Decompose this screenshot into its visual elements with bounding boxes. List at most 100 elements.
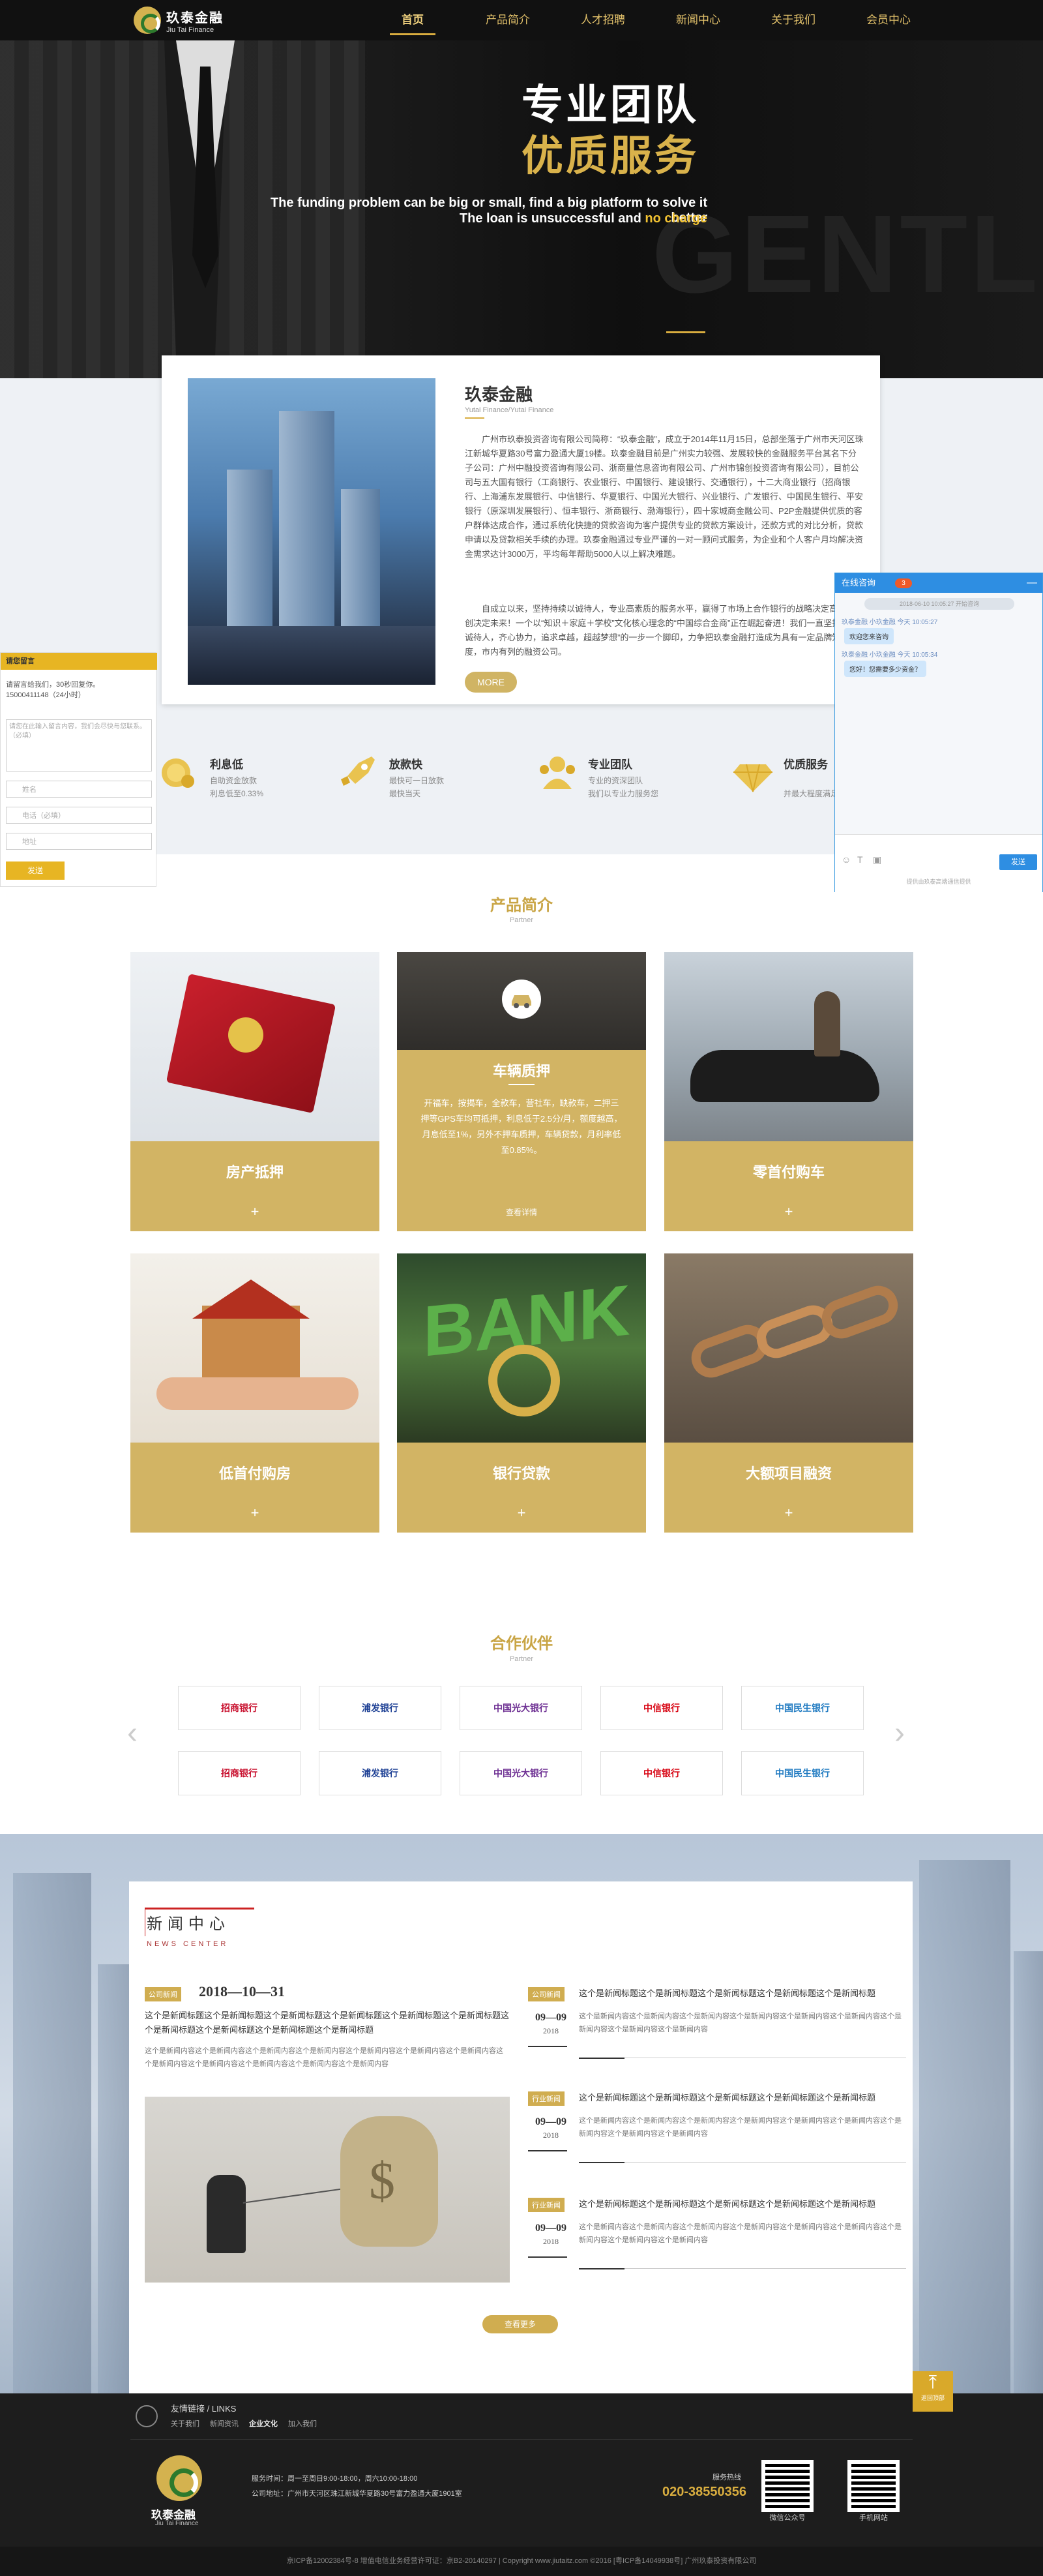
news-item[interactable]: 公司新闻 09—09 2018 这个是新闻标题这个是新闻标题这个是新闻标题这个是… [528, 1987, 906, 2085]
news-item[interactable]: 行业新闻 09—09 2018 这个是新闻标题这个是新闻标题这个是新闻标题这个是… [528, 2198, 906, 2296]
product-card-car-purchase[interactable]: 零首付购车 + [664, 952, 913, 1231]
product-card-house[interactable]: 低首付购房 + [130, 1253, 379, 1533]
news-item-title[interactable]: 这个是新闻标题这个是新闻标题这个是新闻标题这个是新闻标题这个是新闻标题 [579, 1987, 905, 2000]
news-tag[interactable]: 行业新闻 [528, 2091, 565, 2106]
footer-links: 关于我们 新闻资讯 企业文化 加入我们 [171, 2418, 317, 2429]
minimize-icon[interactable]: — [1027, 573, 1037, 593]
product-card-car-pledge[interactable]: 车辆质押 开福车，按揭车，全款车，营社车，缺款车，二押三押等GPS车均可抵押，利… [397, 952, 646, 1231]
chat-footer: 提供由玖泰高端通信提供 [906, 878, 971, 885]
partners-next-arrow[interactable]: › [894, 1715, 905, 1751]
image-icon[interactable]: ▣ [873, 854, 881, 865]
sports-car-image [664, 952, 913, 1141]
address-input[interactable]: 地址 [6, 833, 152, 850]
footer-link-news[interactable]: 新闻资讯 [210, 2418, 239, 2429]
plus-icon[interactable]: + [130, 1203, 379, 1220]
chain-image [664, 1253, 913, 1443]
links-title: 友情链接 / LINKS [171, 2404, 237, 2414]
feature-low-interest: 利息低 自助资金放款 利息低至0.33% [156, 750, 319, 815]
news-item-title[interactable]: 这个是新闻标题这个是新闻标题这个是新闻标题这个是新闻标题这个是新闻标题 [579, 2091, 905, 2104]
partner-logo-cmb[interactable]: 招商银行 [178, 1686, 301, 1730]
name-input[interactable]: 姓名 [6, 781, 152, 798]
partners-subtitle: Partner [509, 1655, 534, 1663]
news-item[interactable]: 行业新闻 09—09 2018 这个是新闻标题这个是新闻标题这个是新闻标题这个是… [528, 2091, 906, 2189]
plus-icon[interactable]: + [130, 1505, 379, 1521]
message-send-button[interactable]: 发送 [6, 861, 65, 880]
emoji-icon[interactable]: ☺ [842, 854, 851, 865]
nav-news[interactable]: 新闻中心 [651, 0, 746, 40]
product-label: 低首付购房 [218, 1465, 291, 1482]
news-date: 09—09 [535, 2223, 566, 2234]
nav-products[interactable]: 产品简介 [460, 0, 555, 40]
product-label: 房产抵押 [226, 1164, 284, 1180]
team-icon [540, 756, 575, 789]
news-more-button[interactable]: 查看更多 [482, 2315, 558, 2333]
message-textarea[interactable]: 请您在此输入留言内容，我们会尽快与您联系。（必填） [6, 719, 152, 771]
chat-meta: 玖泰金融 小玖金融 今天 10:05:34 [842, 651, 938, 659]
partner-logo-spdb[interactable]: 浦发银行 [319, 1751, 441, 1795]
about-more-button[interactable]: MORE [465, 672, 517, 693]
news-year: 2018 [543, 2131, 559, 2140]
chat-bubble: 欢迎您来咨询 [844, 628, 894, 644]
news-title: 新闻中心 [147, 1915, 230, 1933]
about-building-image [188, 378, 435, 685]
plus-icon[interactable]: + [664, 1505, 913, 1521]
back-to-top-button[interactable]: ⤒ 返回顶部 [913, 2371, 953, 2412]
partner-logo-cmbc[interactable]: 中国民生银行 [741, 1686, 864, 1730]
about-card: 玖泰金融 Yutai Finance/Yutai Finance 广州市玖泰投资… [162, 355, 880, 704]
featured-news-image[interactable]: $ [145, 2097, 510, 2283]
news-item-title[interactable]: 这个是新闻标题这个是新闻标题这个是新闻标题这个是新闻标题这个是新闻标题 [579, 2198, 905, 2211]
partner-logo-ceb[interactable]: 中国光大银行 [460, 1686, 582, 1730]
partner-logo-ceb[interactable]: 中国光大银行 [460, 1751, 582, 1795]
qr-wechat: 微信公众号 [761, 2460, 814, 2523]
chat-input[interactable]: ☺ T ▣ 发送 提供由玖泰高端通信提供 [835, 834, 1042, 893]
nav-home[interactable]: 首页 [365, 0, 460, 40]
news-tag[interactable]: 公司新闻 [528, 1987, 565, 2001]
chat-header[interactable]: 在线咨询 [835, 573, 1042, 593]
featured-news-title[interactable]: 这个是新闻标题这个是新闻标题这个是新闻标题这个是新闻标题这个是新闻标题这个是新闻… [145, 2009, 510, 2037]
news-item-desc: 这个是新闻内容这个是新闻内容这个是新闻内容这个是新闻内容这个是新闻内容这个是新闻… [579, 2223, 902, 2244]
product-card-bank-loan[interactable]: BANK 银行贷款 + [397, 1253, 646, 1533]
text-icon[interactable]: T [857, 854, 863, 865]
chat-system-msg: 2018-06-10 10:05:27 开始咨询 [864, 598, 1014, 610]
message-form: 请您留言 请留言给我们，30秒回复你。 15000411148（24小时） 请您… [0, 652, 157, 887]
plus-icon[interactable]: + [664, 1203, 913, 1220]
nav-member[interactable]: 会员中心 [841, 0, 936, 40]
partner-logo-spdb[interactable]: 浦发银行 [319, 1686, 441, 1730]
hotline-phone[interactable]: 020-38550356 [662, 2485, 746, 2500]
site-logo[interactable]: 玖泰金融 Jiu Tai Finance [134, 5, 244, 35]
partner-logo-citic[interactable]: 中信银行 [600, 1686, 723, 1730]
hotline-label: 服务热线 [712, 2474, 741, 2481]
chat-send-button[interactable]: 发送 [999, 854, 1037, 870]
footer-link-culture[interactable]: 企业文化 [249, 2418, 278, 2429]
plus-icon[interactable]: + [397, 1505, 646, 1521]
phone-input[interactable]: 电话（必填） [6, 807, 152, 824]
copyright: 京ICP备12002384号-8 增值电信业务经营许可证：京B2-2014029… [286, 2557, 757, 2565]
house-in-hand-image [130, 1253, 379, 1443]
product-description: 开福车，按揭车，全款车，营社车，缺款车，二押三押等GPS车均可抵押，利息低于2.… [420, 1098, 623, 1155]
banner-pager[interactable] [666, 331, 705, 333]
product-label: 银行贷款 [492, 1465, 550, 1482]
product-detail-link[interactable]: 查看详情 [495, 1206, 548, 1218]
partner-logo-cmbc[interactable]: 中国民生银行 [741, 1751, 864, 1795]
products-title: 产品简介 [490, 897, 553, 914]
footer-address: 公司地址：广州市天河区珠江新城华夏路30号富力盈通大厦1901室 [252, 2490, 462, 2498]
product-card-mortgage[interactable]: 房产抵押 + [130, 952, 379, 1231]
partner-logo-cmb[interactable]: 招商银行 [178, 1751, 301, 1795]
news-year: 2018 [543, 2237, 559, 2246]
news-tag[interactable]: 行业新闻 [528, 2198, 565, 2212]
product-card-project-finance[interactable]: 大额项目融资 + [664, 1253, 913, 1533]
news-tag[interactable]: 公司新闻 [145, 1987, 181, 2001]
partners-prev-arrow[interactable]: ‹ [127, 1715, 138, 1751]
nav-about[interactable]: 关于我们 [746, 0, 841, 40]
footer-link-about[interactable]: 关于我们 [171, 2418, 199, 2429]
news-item-desc: 这个是新闻内容这个是新闻内容这个是新闻内容这个是新闻内容这个是新闻内容这个是新闻… [579, 2013, 902, 2033]
footer-logo-icon [156, 2455, 202, 2501]
banner-title-2: 优质服务 [522, 132, 699, 179]
feature-team: 专业团队 专业的资深团队 我们以专业力服务您 [535, 750, 698, 815]
back-to-top-label: 返回顶部 [920, 2395, 945, 2401]
nav-careers[interactable]: 人才招聘 [555, 0, 651, 40]
partner-logo-citic[interactable]: 中信银行 [600, 1751, 723, 1795]
about-title: 玖泰金融 [465, 385, 533, 404]
featured-news-desc: 这个是新闻内容这个是新闻内容这个是新闻内容这个是新闻内容这个是新闻内容这个是新闻… [145, 2047, 503, 2068]
footer-link-join[interactable]: 加入我们 [288, 2418, 317, 2429]
